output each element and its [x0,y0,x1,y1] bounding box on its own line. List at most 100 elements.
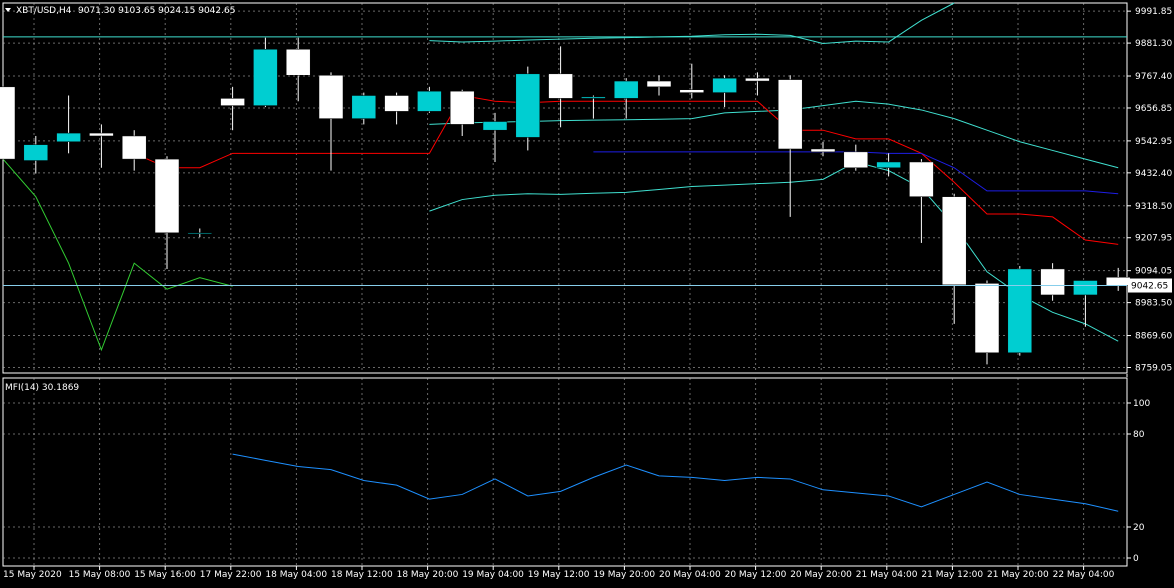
indicator-line-0 [429,2,955,44]
x-tick-label: 21 May 20:00 [987,570,1049,580]
candle[interactable] [974,280,1000,365]
mfi-line [232,453,1119,512]
chart-svg[interactable]: 9042.65 9991.85 9881.30 9767.40 9656.85 9542.… [0,0,1174,584]
candle[interactable] [121,130,147,171]
y-tick-label: 9991.85 [1135,7,1172,17]
candle-body [220,98,245,106]
candle[interactable] [548,46,573,128]
candle-body [285,49,311,76]
candle-body [745,77,770,82]
candle[interactable] [810,141,836,157]
candle[interactable] [581,95,606,119]
candle[interactable] [515,66,541,151]
candle[interactable] [318,72,344,171]
candle-body [154,158,180,234]
candle-body [777,79,803,150]
candle-body [548,73,573,99]
x-tick-label: 19 May 04:00 [462,570,524,580]
x-tick-label: 21 May 04:00 [856,570,918,580]
candle-body [1073,280,1098,296]
y-tick-label: 9767.40 [1135,72,1172,82]
candle-body [121,135,147,160]
candle-body [449,90,475,125]
candle[interactable] [23,135,49,174]
candle-body [712,77,737,93]
candle[interactable] [0,81,16,165]
candle[interactable] [253,37,278,108]
candle-body [89,132,114,137]
candle[interactable] [777,75,803,217]
x-tick-label: 22 May 04:00 [1053,570,1115,580]
indicator-level-label: 0 [1133,554,1139,564]
x-tick-label: 20 May 20:00 [790,570,852,580]
candle[interactable] [679,63,705,99]
x-tick-label: 18 May 20:00 [397,570,459,580]
candle[interactable] [89,124,114,168]
candle[interactable] [1040,263,1065,301]
candle[interactable] [646,75,672,96]
y-tick-label: 9094.05 [1135,267,1172,277]
x-tick-label: 19 May 20:00 [593,570,655,580]
y-tick-label: 9656.85 [1135,104,1172,114]
x-tick-label: 19 May 12:00 [528,570,590,580]
candle-body [843,151,869,169]
candle-body [56,132,81,142]
candle-body [646,80,672,88]
candle[interactable] [876,153,901,177]
x-tick-label: 17 May 22:00 [200,570,262,580]
candle[interactable] [1073,280,1098,327]
candle[interactable] [351,92,377,125]
ohlc-readout: 9071.30 9103.65 9024.15 9042.65 [78,6,235,16]
symbol-label: XBT/USD,H4 [16,6,72,16]
y-tick-label: 9432.40 [1135,169,1172,179]
candle[interactable] [843,144,869,171]
candle-body [351,95,377,119]
candle-body [384,95,409,112]
current-price-label: 9042.65 [1131,282,1168,292]
candle-body [187,232,213,235]
candle[interactable] [384,92,409,125]
triangle-down-icon[interactable] [5,8,11,12]
candle[interactable] [909,159,934,243]
indicator-label: MFI(14) 30.1869 [5,383,79,393]
candle-body [1007,268,1033,354]
candle[interactable] [712,75,737,108]
x-tick-label: 18 May 04:00 [265,570,327,580]
candle-body [1040,268,1065,296]
indicator-level-label: 20 [1133,523,1145,533]
y-tick-label: 9542.95 [1135,137,1172,147]
indicator-level-label: 80 [1133,430,1145,440]
y-tick-label: 8759.05 [1135,363,1172,373]
candle[interactable] [482,112,508,162]
y-tick-label: 8983.50 [1135,299,1172,309]
candle[interactable] [56,95,81,154]
candle-body [679,89,705,93]
candle-body [515,73,541,138]
candle-body [909,161,934,197]
indicator-panel-frame [2,377,1128,567]
x-tick-label: 18 May 12:00 [331,570,393,580]
candle-body [581,96,606,99]
candle-body [1105,276,1131,286]
candle[interactable] [449,89,475,136]
candle-body [0,86,16,160]
trading-chart[interactable]: 9042.65 9991.85 9881.30 9767.40 9656.85 9542.… [0,0,1174,584]
x-tick-label: 20 May 12:00 [725,570,787,580]
candle[interactable] [154,156,180,269]
candle[interactable] [285,37,311,102]
candle[interactable] [613,78,639,119]
x-tick-label: 15 May 16:00 [134,570,196,580]
y-tick-label: 9318.50 [1135,202,1172,212]
indicator-level-label: 100 [1133,399,1150,409]
candle-body [613,80,639,99]
x-tick-label: 15 May 08:00 [69,570,131,580]
candle-body [974,283,1000,354]
candle[interactable] [220,86,245,131]
candle-body [876,161,901,169]
candle[interactable] [417,86,442,113]
x-tick-label: 21 May 12:00 [921,570,983,580]
candle[interactable] [187,228,213,238]
candle[interactable] [941,193,967,324]
x-tick-label: 20 May 04:00 [659,570,721,580]
candle[interactable] [1007,266,1033,356]
